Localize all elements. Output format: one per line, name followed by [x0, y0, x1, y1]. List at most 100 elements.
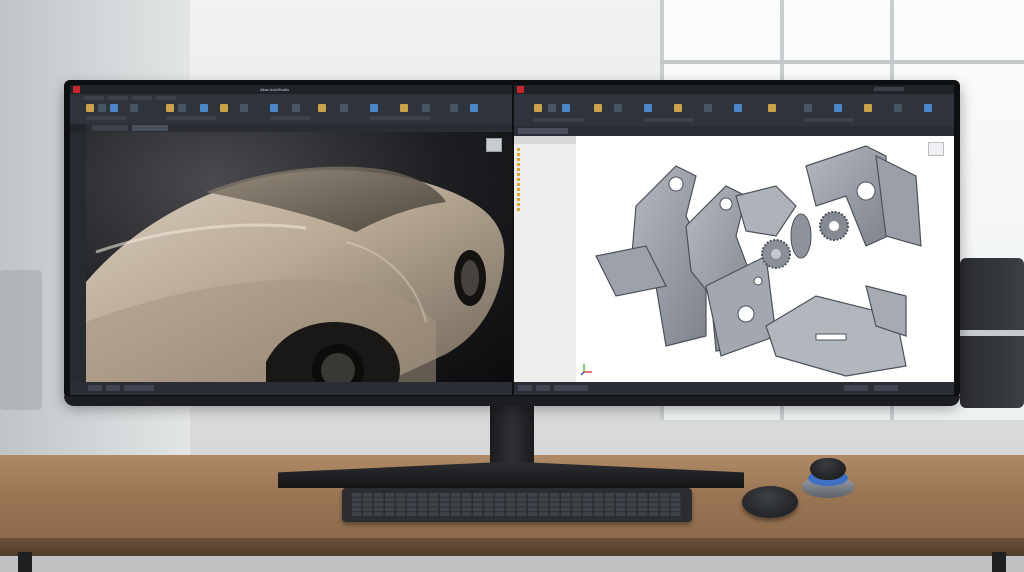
tool-icon[interactable] — [200, 104, 208, 112]
panel-label — [86, 116, 126, 120]
left-side-toolbar[interactable] — [70, 132, 86, 382]
tool-icon[interactable] — [834, 104, 842, 112]
tool-icon[interactable] — [240, 104, 248, 112]
search-box[interactable] — [874, 87, 904, 91]
key — [418, 512, 428, 516]
key — [396, 497, 406, 502]
key — [572, 497, 582, 502]
ribbon-tab[interactable] — [108, 96, 128, 100]
tool-icon[interactable] — [422, 104, 430, 112]
status-tab[interactable] — [124, 385, 154, 391]
key — [605, 493, 615, 497]
key — [671, 502, 681, 507]
tool-icon[interactable] — [768, 104, 776, 112]
key — [539, 507, 549, 512]
doc-tab[interactable] — [132, 125, 168, 131]
status-tab[interactable] — [106, 385, 120, 391]
left-ribbon[interactable] — [70, 94, 512, 124]
key — [660, 497, 670, 502]
tool-icon[interactable] — [292, 104, 300, 112]
tool-icon[interactable] — [548, 104, 556, 112]
key — [616, 512, 626, 516]
key — [473, 497, 483, 502]
panel-label — [270, 116, 310, 120]
ribbon-tab[interactable] — [156, 96, 176, 100]
right-viewport[interactable] — [576, 136, 954, 382]
key — [484, 507, 494, 512]
tool-icon[interactable] — [178, 104, 186, 112]
key — [627, 507, 637, 512]
key — [462, 512, 472, 516]
tool-icon[interactable] — [614, 104, 622, 112]
left-viewport[interactable] — [86, 132, 512, 382]
status-tab[interactable] — [536, 385, 550, 391]
tool-icon[interactable] — [220, 104, 228, 112]
tool-icon[interactable] — [450, 104, 458, 112]
status-tab[interactable] — [88, 385, 102, 391]
key — [429, 502, 439, 507]
tool-icon[interactable] — [370, 104, 378, 112]
doc-tab[interactable] — [92, 125, 128, 131]
tool-icon[interactable] — [166, 104, 174, 112]
key — [561, 512, 571, 516]
key — [583, 497, 593, 502]
key — [418, 502, 428, 507]
viewcube-icon[interactable] — [486, 138, 502, 152]
tool-icon[interactable] — [562, 104, 570, 112]
tool-icon[interactable] — [894, 104, 902, 112]
key — [495, 512, 505, 516]
tool-icon[interactable] — [864, 104, 872, 112]
key — [528, 512, 538, 516]
tool-icon[interactable] — [340, 104, 348, 112]
ribbon-tab[interactable] — [132, 96, 152, 100]
key — [451, 493, 461, 497]
key — [649, 493, 659, 497]
key — [429, 493, 439, 497]
doc-tab[interactable] — [518, 128, 568, 134]
tree-item[interactable] — [517, 207, 575, 212]
viewcube-icon[interactable] — [928, 142, 944, 156]
tool-icon[interactable] — [110, 104, 118, 112]
key — [550, 512, 560, 516]
tool-icon[interactable] — [130, 104, 138, 112]
tool-icon[interactable] — [704, 104, 712, 112]
tool-icon[interactable] — [594, 104, 602, 112]
tool-icon[interactable] — [98, 104, 106, 112]
key — [539, 493, 549, 497]
key — [429, 512, 439, 516]
tool-icon[interactable] — [644, 104, 652, 112]
key — [462, 497, 472, 502]
key — [363, 512, 373, 516]
key — [561, 497, 571, 502]
left-cad-window: Alias AutoStudio — [70, 85, 512, 395]
tool-icon[interactable] — [804, 104, 812, 112]
ribbon-tab[interactable] — [84, 96, 104, 100]
status-tab[interactable] — [554, 385, 588, 391]
tool-icon[interactable] — [534, 104, 542, 112]
key — [572, 493, 582, 497]
tool-icon[interactable] — [470, 104, 478, 112]
tool-icon[interactable] — [674, 104, 682, 112]
key — [407, 497, 417, 502]
status-tab[interactable] — [518, 385, 532, 391]
right-ribbon[interactable] — [514, 94, 954, 126]
left-doc-tabs[interactable] — [86, 124, 512, 132]
model-browser-tree[interactable] — [517, 147, 575, 212]
tool-icon[interactable] — [270, 104, 278, 112]
tool-icon[interactable] — [734, 104, 742, 112]
left-title-bar: Alias AutoStudio — [70, 85, 512, 94]
right-doc-tabs[interactable] — [514, 126, 954, 136]
key — [528, 507, 538, 512]
key — [374, 507, 384, 512]
key — [451, 507, 461, 512]
tool-icon[interactable] — [924, 104, 932, 112]
tool-icon[interactable] — [86, 104, 94, 112]
key — [407, 507, 417, 512]
tool-icon[interactable] — [400, 104, 408, 112]
key — [594, 507, 604, 512]
key — [495, 502, 505, 507]
key — [660, 502, 670, 507]
key — [462, 507, 472, 512]
status-info — [844, 385, 868, 391]
tool-icon[interactable] — [318, 104, 326, 112]
